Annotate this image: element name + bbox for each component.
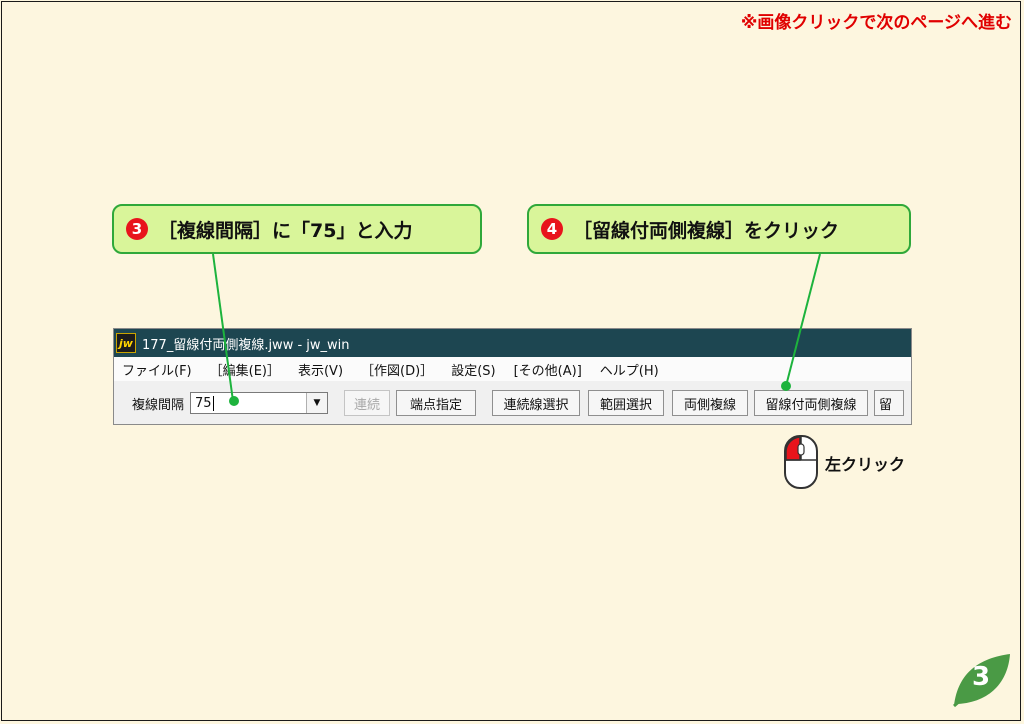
page-number-badge[interactable]: 3 xyxy=(950,652,1012,708)
page-number: 3 xyxy=(972,662,991,692)
target-dot-step4 xyxy=(781,381,791,391)
target-dot-step3 xyxy=(229,396,239,406)
mouse-left-click-icon xyxy=(784,435,818,489)
connector-step3 xyxy=(212,253,234,402)
connector-step4 xyxy=(785,253,821,387)
left-click-label: 左クリック xyxy=(825,455,906,474)
callout-connectors xyxy=(212,253,821,402)
